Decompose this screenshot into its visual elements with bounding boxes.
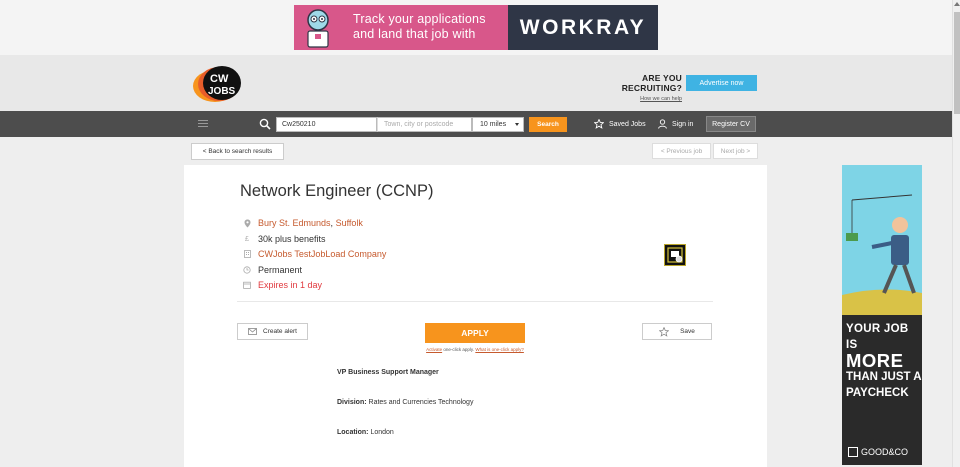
job-expiry: Expires in 1 day [258,280,323,290]
location-value: London [370,429,394,436]
job-details-card: Network Engineer (CCNP) Bury St. Edmunds… [184,165,767,467]
search-nav-bar: Cw250210 Town, city or postcode 10 miles… [0,111,952,137]
radius-value: 10 miles [480,121,507,128]
recruiting-block: ARE YOU RECRUITING? How we can help [580,73,682,102]
job-type-row: Permanent [243,265,302,275]
description-role: VP Business Support Manager [337,369,439,376]
ad-line-1: Track your applications [353,12,486,26]
one-click-text: one-click apply. [443,347,475,352]
location-input[interactable]: Town, city or postcode [377,117,472,132]
create-alert-button[interactable]: Create alert [237,323,308,340]
activate-link[interactable]: Activate [426,347,442,352]
back-to-results-button[interactable]: < Back to search results [191,143,284,160]
brand-box-icon [848,447,858,457]
ad-slogan-line-1: YOUR JOB IS [846,323,909,351]
pound-icon: £ [245,235,249,243]
calendar-icon [243,281,251,290]
location-county-link[interactable]: Suffolk [336,218,363,228]
job-expiry-row: Expires in 1 day [243,280,322,290]
man-chasing-money-illustration [842,194,922,315]
company-logo [664,244,686,266]
envelope-icon [248,328,257,335]
top-ad-band: Track your applications and land that jo… [0,0,952,55]
page-scrollbar[interactable] [952,0,960,467]
description-heading: VP Business Support Manager [337,369,439,376]
previous-job-button[interactable]: < Previous job [652,143,711,159]
company-logo-icon [667,247,683,263]
saved-jobs-label: Saved Jobs [609,120,646,128]
sign-in-link[interactable]: Sign in [658,118,693,130]
job-company-row: CWJobs TestJobLoad Company [243,249,386,259]
logo-text-cw: CW [210,73,229,85]
location-label: Location: [337,429,369,436]
division-value: Rates and Currencies Technology [368,399,474,406]
search-icon [259,118,271,130]
ad-slogan: YOUR JOB IS MORE THAN JUST A PAYCHECK [846,321,922,401]
menu-icon[interactable] [198,120,208,127]
radius-select[interactable]: 10 miles [472,117,524,132]
job-salary: 30k plus benefits [258,234,326,244]
ad-left-panel: Track your applications and land that jo… [294,5,508,50]
advertise-now-button[interactable]: Advertise now [686,75,757,91]
save-label: Save [680,328,695,335]
ad-slogan-line-4: PAYCHECK [846,387,909,399]
star-icon [594,119,604,129]
cwjobs-logo[interactable]: CW JOBS [192,65,242,103]
next-job-button[interactable]: Next job > [713,143,758,159]
job-location-row: Bury St. Edmunds, Suffolk [243,218,363,228]
goodandco-side-ad[interactable]: YOUR JOB IS MORE THAN JUST A PAYCHECK GO… [842,165,922,465]
scrollbar-thumb[interactable] [954,12,960,114]
register-cv-button[interactable]: Register CV [706,116,756,132]
search-button[interactable]: Search [529,117,567,132]
ad-slogan-line-3: THAN JUST A [846,371,922,383]
building-icon [243,250,251,259]
sign-in-label: Sign in [672,120,694,128]
job-type: Permanent [258,265,303,275]
create-alert-label: Create alert [263,328,297,335]
scroll-up-arrow-icon[interactable] [954,2,960,6]
company-link[interactable]: CWJobs TestJobLoad Company [258,249,386,259]
location-separator: , [330,218,334,228]
description-division: Division: Rates and Currencies Technolog… [337,399,473,406]
star-icon [659,326,670,337]
location-pin-icon [243,219,251,228]
workray-banner-ad[interactable]: Track your applications and land that jo… [294,5,658,50]
clock-icon [243,266,251,275]
location-town-link[interactable]: Bury St. Edmunds [258,218,331,228]
section-divider [237,301,713,302]
robot-icon [307,9,329,48]
ad-text: Track your applications and land that jo… [353,12,486,42]
logo-text-jobs: JOBS [208,86,236,97]
description-location: Location: London [337,429,394,436]
job-salary-row: £ 30k plus benefits [243,234,326,244]
how-we-can-help-link[interactable]: How we can help [580,96,682,102]
recruiting-question: ARE YOU RECRUITING? [621,73,682,93]
saved-jobs-link[interactable]: Saved Jobs [594,118,646,130]
ad-brand-name: GOOD&CO [861,447,909,457]
ad-illustration [842,165,922,315]
ad-brand-logo: GOOD&CO [848,447,908,457]
job-title: Network Engineer (CCNP) [240,182,434,200]
save-job-button[interactable]: Save [642,323,712,340]
apply-button[interactable]: APPLY [425,323,525,343]
site-header: CW JOBS ARE YOU RECRUITING? How we can h… [0,55,952,111]
ad-brand: WORKRAY [508,5,658,50]
one-click-apply-note: Activate one-click apply. What is one-cl… [411,347,539,352]
user-icon [658,119,667,129]
division-label: Division: [337,399,367,406]
chevron-down-icon [515,123,519,126]
ad-line-2: and land that job with [353,27,476,41]
keywords-input[interactable]: Cw250210 [276,117,377,132]
what-is-one-click-link[interactable]: What is one-click apply? [475,347,524,352]
ad-slogan-line-2: MORE [846,350,904,371]
